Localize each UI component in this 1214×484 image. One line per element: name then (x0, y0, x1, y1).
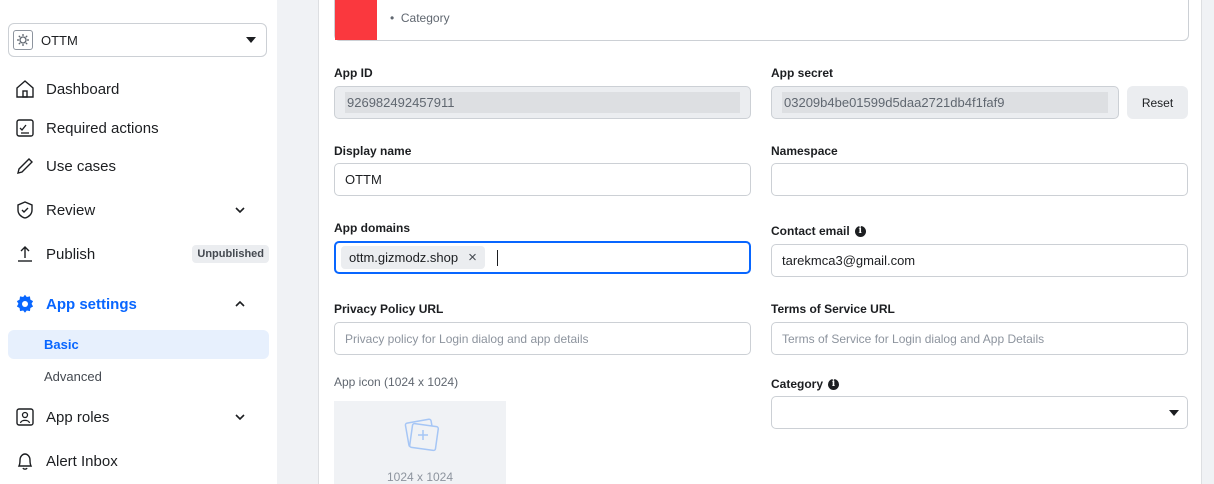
gear-icon (14, 293, 36, 315)
bell-icon (14, 450, 36, 472)
privacy-policy-label: Privacy Policy URL (334, 302, 444, 316)
pencil-icon (14, 155, 36, 177)
scrollbar-track[interactable] (1202, 0, 1214, 484)
reset-secret-button[interactable]: Reset (1127, 86, 1188, 119)
sidebar-item-alert-inbox[interactable]: Alert Inbox (8, 445, 269, 477)
category-swatch (335, 0, 377, 40)
privacy-policy-input[interactable]: Privacy policy for Login dialog and app … (334, 322, 751, 355)
upload-icon (14, 243, 36, 265)
chevron-down-icon (235, 207, 245, 214)
namespace-label: Namespace (771, 144, 838, 158)
sidebar-item-label: Publish (46, 245, 96, 263)
privacy-policy-placeholder: Privacy policy for Login dialog and app … (345, 331, 589, 346)
display-name-input[interactable]: OTTM (334, 163, 751, 196)
text-cursor (496, 249, 498, 266)
app-id-value: 926982492457911 (345, 92, 740, 113)
sidebar-subitem-advanced[interactable]: Advanced (8, 362, 269, 391)
home-icon (14, 78, 36, 100)
domain-chip-label: ottm.gizmodz.shop (349, 250, 459, 265)
namespace-input[interactable] (771, 163, 1188, 196)
caret-down-icon (1169, 410, 1179, 416)
contact-email-value: tarekmca3@gmail.com (782, 253, 916, 268)
app-domains-input[interactable]: ottm.gizmodz.shop × (334, 241, 751, 274)
app-secret-value: 03209b4be01599d5daa2721db4f1faf9 (782, 92, 1108, 113)
app-id-field[interactable]: 926982492457911 (334, 86, 751, 119)
remove-chip-icon[interactable]: × (468, 249, 477, 266)
sidebar-item-label: Alert Inbox (46, 452, 118, 470)
app-selector[interactable]: OTTM (8, 23, 267, 57)
contact-email-label: Contact email i (771, 224, 866, 238)
app-secret-field[interactable]: 03209b4be01599d5daa2721db4f1faf9 (771, 86, 1119, 119)
category-select[interactable] (771, 396, 1188, 429)
sidebar-item-label: App roles (46, 408, 110, 426)
sidebar-item-publish[interactable]: Publish Unpublished (8, 238, 269, 270)
app-icon-label: App icon (1024 x 1024) (334, 375, 459, 389)
app-icon-upload[interactable]: 1024 x 1024 (334, 401, 506, 484)
sidebar-item-label: Required actions (46, 119, 159, 137)
checklist-icon (14, 117, 36, 139)
sidebar-item-label: App settings (46, 295, 137, 313)
app-id-label: App ID (334, 66, 373, 80)
sidebar-item-review[interactable]: Review (8, 194, 269, 226)
sidebar-item-app-roles[interactable]: App roles (8, 401, 269, 433)
basic-settings-panel: • Category App ID 926982492457911 App se… (318, 0, 1202, 484)
sidebar-item-dashboard[interactable]: Dashboard (8, 73, 269, 105)
app-secret-label: App secret (771, 66, 834, 80)
sidebar-item-label: Review (46, 201, 96, 219)
terms-of-service-label: Terms of Service URL (771, 302, 895, 316)
app-gear-icon (13, 30, 33, 50)
status-badge: Unpublished (192, 245, 269, 263)
sidebar-item-required-actions[interactable]: Required actions (8, 112, 269, 144)
contact-email-input[interactable]: tarekmca3@gmail.com (771, 244, 1188, 277)
app-icon-size: 1024 x 1024 (386, 470, 454, 484)
sidebar-subitem-basic[interactable]: Basic (8, 330, 269, 359)
terms-of-service-placeholder: Terms of Service for Login dialog and Ap… (782, 331, 1045, 346)
image-upload-icon (404, 418, 440, 452)
shield-check-icon (14, 199, 36, 221)
info-icon[interactable]: i (828, 378, 840, 390)
category-label: Category i (771, 377, 840, 391)
sidebar-item-label: Dashboard (46, 80, 120, 98)
person-badge-icon (14, 406, 36, 428)
sidebar-item-label: Use cases (46, 157, 117, 175)
app-domains-label: App domains (334, 221, 411, 235)
sidebar-item-app-settings[interactable]: App settings (8, 288, 269, 320)
sidebar: OTTM Dashboard Required actions Use case… (0, 0, 277, 484)
caret-down-icon (246, 37, 256, 43)
sidebar-item-use-cases[interactable]: Use cases (8, 150, 269, 182)
display-name-label: Display name (334, 144, 412, 158)
display-name-value: OTTM (345, 172, 382, 187)
terms-of-service-input[interactable]: Terms of Service for Login dialog and Ap… (771, 322, 1188, 355)
chevron-up-icon (235, 300, 245, 307)
category-bullet: • Category (390, 11, 450, 25)
app-selector-name: OTTM (41, 32, 78, 48)
app-summary-card: • Category (334, 0, 1189, 41)
domain-chip: ottm.gizmodz.shop × (341, 246, 485, 269)
info-icon[interactable]: i (854, 225, 866, 237)
chevron-down-icon (235, 414, 245, 421)
